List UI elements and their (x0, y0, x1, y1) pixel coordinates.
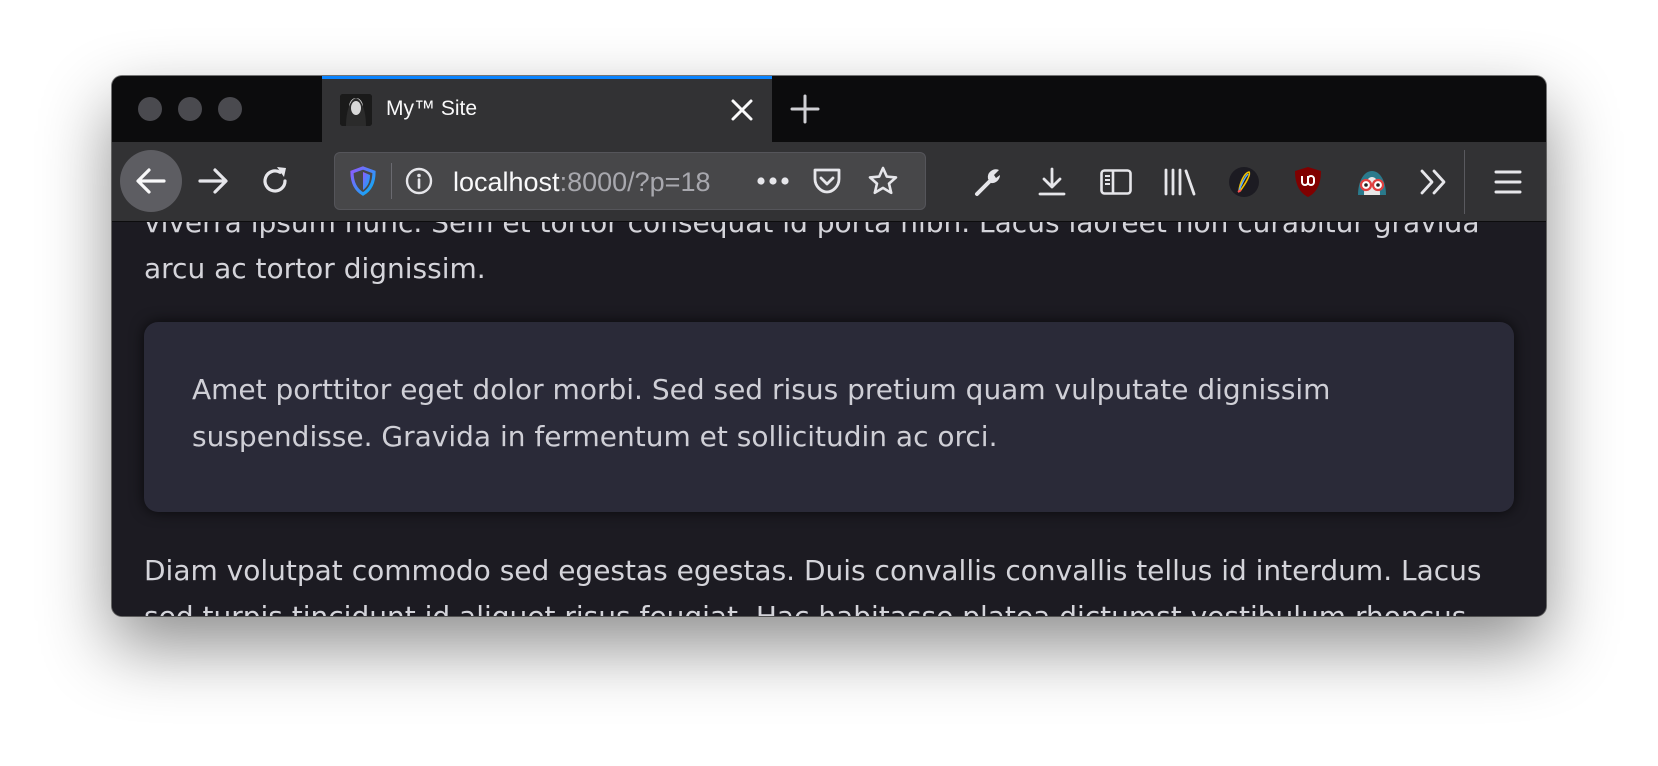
address-bar[interactable]: localhost:8000/?p=18 (334, 152, 926, 210)
forward-arrow-icon (198, 168, 228, 194)
tab-title: My™ Site (386, 97, 478, 120)
library-icon[interactable] (1158, 160, 1202, 204)
minimize-window-button[interactable] (178, 97, 202, 121)
paragraph-top: viverra ipsum nunc. Sem et tortor conseq… (144, 222, 1480, 285)
pocket-icon[interactable] (809, 163, 845, 199)
close-tab-icon[interactable] (730, 98, 754, 122)
url-host: localhost (453, 167, 560, 197)
downloads-icon[interactable] (1030, 160, 1074, 204)
callout-text: Amet porttitor eget dolor morbi. Sed sed… (192, 373, 1331, 453)
page-actions-icon[interactable] (755, 163, 791, 199)
new-tab-button[interactable] (788, 92, 822, 126)
url-path: :8000/?p=18 (559, 167, 711, 197)
site-info-icon[interactable] (401, 163, 437, 199)
tab-active[interactable]: My™ Site (322, 76, 772, 142)
maximize-window-button[interactable] (218, 97, 242, 121)
page-content: viverra ipsum nunc. Sem et tortor conseq… (112, 222, 1546, 616)
reload-icon (263, 167, 287, 193)
back-button[interactable] (120, 150, 182, 212)
navigation-toolbar: localhost:8000/?p=18 (112, 142, 1546, 222)
overflow-chevron-icon[interactable] (1412, 160, 1456, 204)
back-arrow-icon (136, 168, 166, 194)
browser-window: My™ Site localhost:8000/?p=18 viverra ip… (112, 76, 1546, 616)
tab-strip: My™ Site (112, 76, 1546, 142)
url-text[interactable]: localhost:8000/?p=18 (453, 167, 710, 198)
reload-button[interactable] (244, 150, 306, 212)
developer-wrench-icon[interactable] (966, 160, 1010, 204)
callout-box: Amet porttitor eget dolor morbi. Sed sed… (144, 322, 1514, 512)
privacy-badger-icon[interactable] (1350, 160, 1394, 204)
toolbar-divider (1464, 150, 1465, 214)
portrait-favicon (340, 94, 372, 126)
paragraph-bottom: Diam volutpat commodo sed egestas egesta… (144, 554, 1482, 616)
tracking-protection-shield-icon[interactable] (345, 163, 381, 199)
hamburger-menu-icon[interactable] (1486, 160, 1530, 204)
pen-extension-icon[interactable] (1222, 160, 1266, 204)
ublock-origin-icon[interactable] (1286, 160, 1330, 204)
bookmark-star-icon[interactable] (865, 163, 901, 199)
close-window-button[interactable] (138, 97, 162, 121)
sidebar-icon[interactable] (1094, 160, 1138, 204)
urlbar-separator (391, 163, 392, 199)
forward-button[interactable] (182, 150, 244, 212)
